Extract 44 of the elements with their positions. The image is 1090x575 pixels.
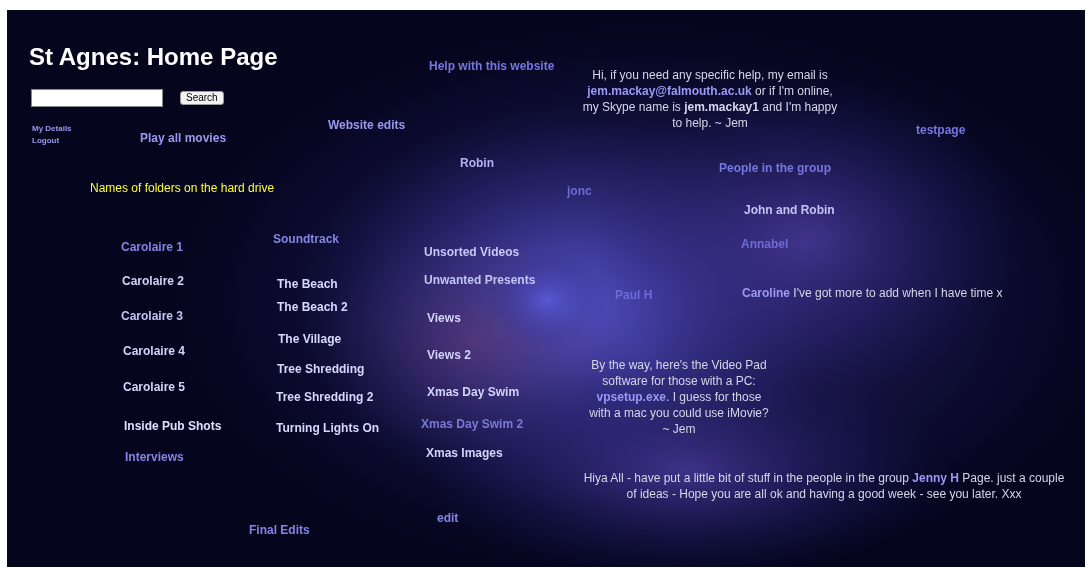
message-link[interactable]: Caroline: [742, 286, 790, 300]
page-link[interactable]: Views: [427, 311, 461, 325]
page-title: St Agnes: Home Page: [29, 43, 278, 71]
message-text: Hi, if you need any specific help, my email is jem.mackay@falmouth.ac.uk or if I'm online, my Skype name is jem.mackay1 and I'm happy to help. ~ Jem: [582, 67, 838, 131]
account-link[interactable]: My Details: [32, 123, 72, 135]
page-link[interactable]: Tree Shredding: [277, 362, 365, 376]
page-link[interactable]: Help with this website: [429, 59, 555, 73]
page-link[interactable]: Xmas Day Swim 2: [421, 417, 524, 431]
page-link[interactable]: Carolaire 1: [121, 240, 184, 254]
page-link[interactable]: Soundtrack: [273, 232, 339, 246]
message-text: Hiya All - have put a little bit of stuff in the people in the group Jenny H Page. just a couple of ideas - Hope you are all ok and having a good week - see you later. Xxx: [582, 470, 1066, 502]
page-link[interactable]: Carolaire 4: [123, 344, 186, 358]
search-button[interactable]: Search: [180, 91, 224, 105]
page-link[interactable]: Carolaire 5: [123, 380, 186, 394]
page-link[interactable]: The Beach: [277, 277, 338, 291]
page-link[interactable]: Robin: [460, 156, 494, 170]
page-link[interactable]: Interviews: [125, 450, 184, 464]
page-link[interactable]: The Village: [278, 332, 342, 346]
page-link[interactable]: Carolaire 3: [121, 309, 184, 323]
page-link[interactable]: Unsorted Videos: [424, 245, 520, 259]
page-link[interactable]: Turning Lights On: [276, 421, 380, 435]
page-link[interactable]: edit: [437, 511, 459, 525]
account-link[interactable]: Logout: [32, 135, 72, 147]
page-link[interactable]: Xmas Images: [426, 446, 503, 460]
page-link[interactable]: Views 2: [427, 348, 471, 362]
page-link[interactable]: Tree Shredding 2: [276, 390, 374, 404]
message-link[interactable]: Jenny H: [912, 471, 959, 485]
page-link[interactable]: People in the group: [719, 161, 831, 175]
message-text: Caroline I've got more to add when I have time x: [742, 285, 1004, 301]
search-field[interactable]: [31, 89, 163, 107]
page-link[interactable]: Unwanted Presents: [424, 273, 536, 287]
page-link[interactable]: Xmas Day Swim: [427, 385, 520, 399]
page-link[interactable]: John and Robin: [744, 203, 835, 217]
page-link[interactable]: testpage: [916, 123, 966, 137]
page-link[interactable]: Play all movies: [140, 131, 227, 145]
page-link[interactable]: Carolaire 2: [122, 274, 185, 288]
folder-note: Names of folders on the hard drive: [90, 181, 275, 195]
page-link[interactable]: The Beach 2: [277, 300, 348, 314]
page-link[interactable]: Website edits: [328, 118, 406, 132]
page-link[interactable]: Inside Pub Shots: [124, 419, 222, 433]
message-link[interactable]: jem.mackay@falmouth.ac.uk: [587, 84, 752, 98]
message-link[interactable]: vpsetup.exe: [596, 390, 666, 404]
page-link[interactable]: Final Edits: [249, 523, 310, 537]
message-text: By the way, here's the Video Pad software for those with a PC: vpsetup.exe. I guess for those with a mac you could use iMovie? ~ Jem: [589, 357, 769, 437]
